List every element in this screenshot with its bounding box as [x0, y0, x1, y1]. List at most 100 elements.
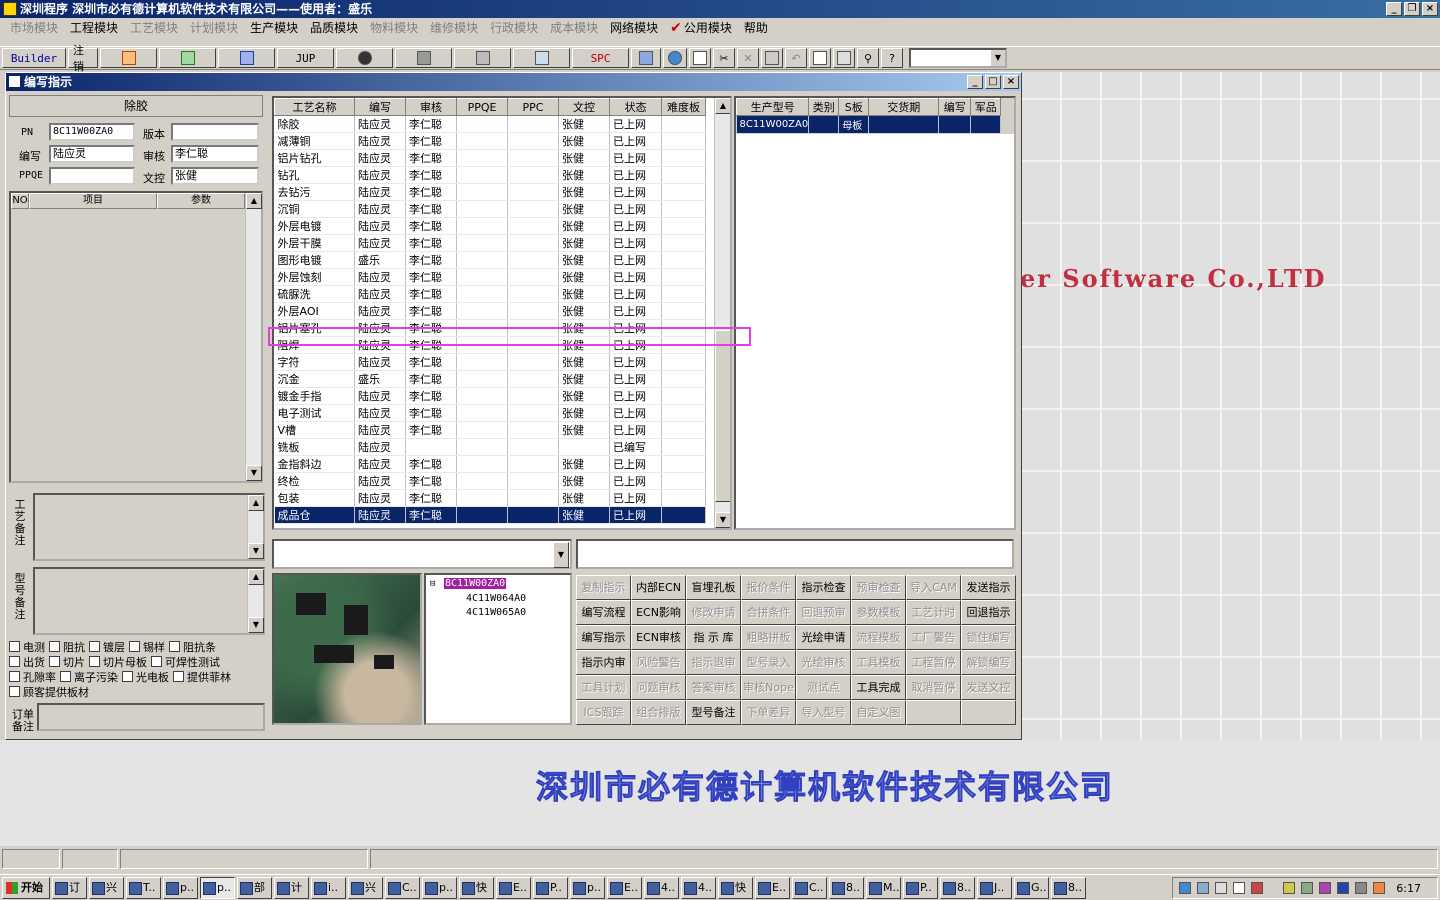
child-maximize-button[interactable]: □ — [985, 75, 1001, 89]
process-combo[interactable] — [272, 539, 572, 569]
taskbar-button[interactable]: p.. — [200, 876, 235, 899]
table-row[interactable]: 去钻污 陆应灵 李仁聪 张健 已上网 — [274, 183, 706, 201]
review-field[interactable]: 李仁聪 — [171, 145, 259, 163]
table-row[interactable]: 金指斜边 陆应灵 李仁聪 张健 已上网 — [274, 455, 706, 473]
keyboard-icon[interactable] — [1355, 882, 1367, 894]
action-button[interactable]: 审核Nope — [741, 675, 796, 700]
table-row[interactable]: 外层AOI 陆应灵 李仁聪 张健 已上网 — [274, 302, 706, 320]
action-button[interactable]: 工程暂停 — [906, 650, 961, 675]
checkbox-box[interactable] — [122, 671, 133, 682]
action-button[interactable]: 型号录入 — [741, 650, 796, 675]
table-row[interactable]: 终检 陆应灵 李仁聪 张健 已上网 — [274, 472, 706, 490]
option-checkbox[interactable]: 阻抗 — [49, 639, 85, 655]
tree-root-node[interactable]: 8C11W00ZA0 — [444, 578, 507, 589]
checkbox-box[interactable] — [9, 686, 20, 697]
menu-item[interactable]: 帮助 — [738, 19, 774, 37]
tray-icon[interactable] — [1251, 882, 1263, 894]
tray-icon[interactable] — [1319, 882, 1331, 894]
table-row[interactable]: 沉铜 陆应灵 李仁聪 张健 已上网 — [274, 200, 706, 218]
checkbox-box[interactable] — [89, 656, 100, 667]
checkbox-box[interactable] — [49, 656, 60, 667]
grid-column-header[interactable]: 审核 — [405, 98, 457, 116]
action-button[interactable]: 编写流程 — [576, 600, 631, 625]
menu-item[interactable]: 工程模块 — [64, 19, 124, 37]
menu-item[interactable]: 市场模块 — [4, 19, 64, 37]
action-button[interactable]: 工厂警告 — [906, 625, 961, 650]
action-button[interactable]: 修改申请 — [686, 600, 741, 625]
taskbar-button[interactable]: 兴 — [348, 876, 383, 899]
menu-item[interactable]: 维修模块 — [424, 19, 484, 37]
delete-button[interactable]: ✕ — [737, 48, 759, 68]
taskbar-button[interactable]: P.. — [903, 876, 938, 899]
checkbox-box[interactable] — [151, 656, 162, 667]
option-checkbox[interactable]: 切片母板 — [89, 654, 147, 670]
action-button[interactable]: ECN审核 — [631, 625, 686, 650]
taskbar-button[interactable]: 部 — [237, 876, 272, 899]
menu-item[interactable]: 网络模块 — [604, 19, 664, 37]
taskbar-button[interactable]: 8.. — [829, 876, 864, 899]
action-button[interactable]: 回退预审 — [796, 600, 851, 625]
action-button[interactable]: 合拼条件 — [741, 600, 796, 625]
action-button[interactable]: 指示检查 — [796, 575, 851, 600]
action-button[interactable]: 取消暂停 — [906, 675, 961, 700]
option-checkbox[interactable]: 镀层 — [89, 639, 125, 655]
option-checkbox[interactable]: 离子污染 — [60, 669, 118, 685]
model-column-header[interactable]: 类别 — [808, 98, 840, 116]
checkbox-box[interactable] — [9, 671, 20, 682]
parameter-grid[interactable]: NO 项目 参数 ▲ ▼ — [9, 191, 263, 483]
action-button[interactable]: 发送指示 — [961, 575, 1016, 600]
menu-item[interactable]: 行政模块 — [484, 19, 544, 37]
tools-button[interactable] — [454, 48, 511, 68]
action-button[interactable]: 答案审核 — [686, 675, 741, 700]
option-checkbox[interactable]: 出货 — [9, 654, 45, 670]
start-button[interactable]: 开始 — [2, 876, 50, 899]
find-button[interactable]: ⚲ — [857, 48, 879, 68]
menu-item[interactable]: 计划模块 — [184, 19, 244, 37]
process-grid[interactable]: 工艺名称 编写 审核 PPQE PPC 文控 状态 难度板 除胶 陆应灵 李仁聪 张健 已上网 减薄铜陆… — [272, 96, 732, 530]
checkbox-box[interactable] — [60, 671, 71, 682]
process-grid-scrollbar[interactable]: ▲ ▼ — [714, 98, 730, 528]
note-input[interactable] — [576, 539, 1014, 569]
grid-column-header[interactable]: 工艺名称 — [274, 98, 355, 116]
menu-item[interactable]: 工艺模块 — [124, 19, 184, 37]
action-button[interactable]: 内部ECN — [631, 575, 686, 600]
scroll-up-icon[interactable]: ▲ — [715, 98, 730, 114]
checkbox-box[interactable] — [9, 641, 20, 652]
taskbar-button[interactable]: i.. — [311, 876, 346, 899]
action-button[interactable]: 工具模板 — [851, 650, 906, 675]
taskbar-button[interactable]: J.. — [977, 876, 1012, 899]
scroll-down-icon[interactable]: ▼ — [248, 617, 264, 633]
minimize-button[interactable]: _ — [1386, 2, 1402, 16]
author-field[interactable]: 陆应灵 — [49, 145, 135, 163]
action-button[interactable]: 报价条件 — [741, 575, 796, 600]
action-button[interactable]: 组合排版 — [631, 700, 686, 725]
action-button[interactable]: 工艺计时 — [906, 600, 961, 625]
option-checkbox[interactable]: 锡样 — [129, 639, 165, 655]
taskbar-button[interactable]: M.. — [866, 876, 901, 899]
scroll-down-icon[interactable]: ▼ — [246, 465, 262, 481]
grid-column-header[interactable]: 编写 — [354, 98, 406, 116]
taskbar-button[interactable]: 兴 — [89, 876, 124, 899]
action-button[interactable]: 工具完成 — [851, 675, 906, 700]
model-column-header[interactable]: S板 — [838, 98, 870, 116]
table-row[interactable]: 硫脲洗 陆应灵 李仁聪 张健 已上网 — [274, 285, 706, 303]
print-button[interactable] — [833, 48, 855, 68]
table-row[interactable]: 钻孔 陆应灵 李仁聪 张健 已上网 — [274, 166, 706, 184]
powerpoint-button[interactable] — [100, 48, 157, 68]
action-button[interactable]: 自定义图 — [851, 700, 906, 725]
option-checkbox[interactable]: 可焊性测试 — [151, 654, 220, 670]
tray-icon[interactable] — [1215, 882, 1227, 894]
taskbar-button[interactable]: P.. — [533, 876, 568, 899]
ie-icon[interactable] — [1179, 882, 1191, 894]
tray-icon[interactable] — [1233, 882, 1245, 894]
ie-button[interactable] — [663, 48, 687, 68]
grid-column-header[interactable]: 状态 — [609, 98, 662, 116]
table-row[interactable]: 除胶 陆应灵 李仁聪 张健 已上网 — [274, 115, 706, 133]
grid-column-header[interactable]: 难度板 — [661, 98, 706, 116]
child-close-button[interactable]: × — [1003, 75, 1019, 89]
action-button[interactable]: 工具计划 — [576, 675, 631, 700]
action-button[interactable]: 光绘审核 — [796, 650, 851, 675]
action-button[interactable]: 导入CAM — [906, 575, 961, 600]
table-row[interactable]: 包装 陆应灵 李仁聪 张健 已上网 — [274, 489, 706, 507]
scroll-thumb[interactable] — [715, 330, 730, 502]
